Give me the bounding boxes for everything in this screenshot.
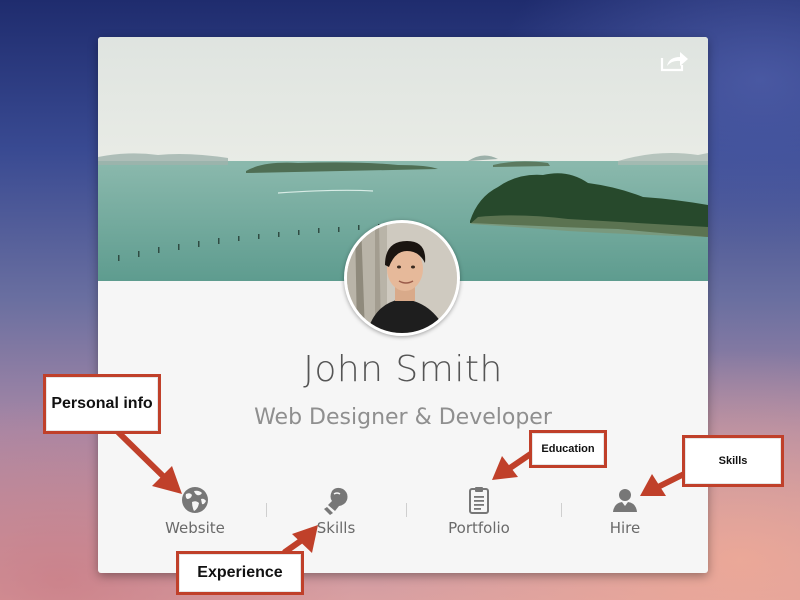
share-icon[interactable] [660,49,690,73]
callout-experience: Experience [176,551,304,595]
website-label: Website [165,519,225,537]
globe-icon [180,485,210,515]
divider [561,503,562,517]
profile-name: John Smith [303,349,503,390]
clipboard-icon [464,485,494,515]
website-button[interactable]: Website [135,481,255,545]
skills-label: Skills [316,519,356,537]
avatar[interactable] [344,220,460,336]
callout-skills: Skills [682,435,784,487]
profile-card: John Smith Web Designer & Developer Webs… [98,37,708,573]
profile-actions: Website Skills Portfolio Hire [98,481,708,551]
portfolio-label: Portfolio [448,519,510,537]
user-icon [610,485,640,515]
hire-button[interactable]: Hire [565,481,685,545]
skills-button[interactable]: Skills [276,481,396,545]
callout-education: Education [529,430,607,468]
portfolio-button[interactable]: Portfolio [419,481,539,545]
callout-personal-info: Personal info [43,374,161,434]
boxing-glove-icon [321,485,351,515]
divider [266,503,267,517]
hire-label: Hire [609,519,641,537]
profile-role: Web Designer & Developer [254,405,552,430]
divider [406,503,407,517]
